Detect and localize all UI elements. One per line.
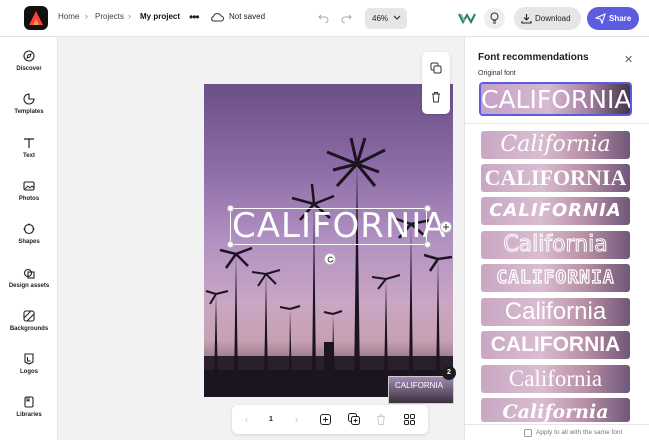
duplicate-page-icon[interactable]	[348, 413, 360, 425]
font-recommendation-tile[interactable]: California	[481, 298, 630, 326]
lightbulb-button[interactable]	[484, 8, 505, 29]
breadcrumb-home[interactable]: Home	[58, 12, 79, 21]
panel-divider	[465, 123, 649, 124]
trash-icon[interactable]	[431, 91, 441, 103]
font-recommendation-tile[interactable]: California	[481, 131, 630, 159]
templates-icon	[23, 93, 35, 105]
original-font-text: CALIFORNIA	[481, 85, 630, 114]
download-label: Download	[535, 14, 571, 23]
duplicate-icon[interactable]	[430, 62, 442, 74]
rail-item-label: Backgrounds	[9, 326, 49, 332]
compass-icon	[23, 50, 35, 62]
rail-item-label: Photos	[18, 196, 40, 202]
font-sample-text: CALIFORNIA	[490, 333, 621, 356]
rail-item-templates[interactable]: Templates	[0, 93, 58, 129]
chevron-down-icon	[393, 15, 401, 20]
text-icon	[24, 138, 34, 148]
download-button[interactable]: Download	[514, 7, 581, 30]
font-sample-text: California	[500, 132, 611, 157]
close-icon[interactable]: ✕	[624, 53, 633, 66]
selection-box	[230, 208, 427, 245]
rail-item-libraries[interactable]: Libraries	[0, 396, 58, 432]
chevron-right-icon: ›	[85, 11, 88, 21]
original-font-sample[interactable]: CALIFORNIA	[479, 82, 632, 116]
send-icon	[595, 13, 606, 24]
crown-icon[interactable]	[458, 12, 476, 24]
share-label: Share	[609, 14, 632, 23]
font-sample-text: California	[508, 366, 603, 391]
rail-item-text[interactable]: Text	[0, 137, 58, 173]
font-sample-text: California	[502, 401, 609, 422]
share-button[interactable]: Share	[587, 7, 639, 30]
font-sample-text: CALIFORNIA	[496, 266, 615, 288]
rail-item-label: Text	[23, 153, 35, 159]
font-recommendation-tile[interactable]: California	[481, 231, 630, 259]
resize-handle[interactable]	[227, 241, 234, 248]
apply-all-checkbox[interactable]	[524, 429, 532, 437]
undo-icon[interactable]	[318, 13, 329, 23]
grid-view-icon[interactable]	[404, 414, 415, 425]
rotate-handle[interactable]	[324, 253, 336, 265]
zoom-dropdown[interactable]: 46%	[365, 8, 407, 29]
resize-handle[interactable]	[424, 205, 431, 212]
font-sample-text: California	[503, 232, 608, 258]
app-logo-icon	[29, 11, 43, 25]
font-recommendation-tile[interactable]: CALIFORNIA	[481, 164, 630, 192]
plus-icon	[443, 224, 449, 230]
add-page-icon[interactable]	[320, 414, 331, 425]
logos-icon	[24, 353, 34, 365]
font-recommendation-tile[interactable]: CALIFORNIA	[481, 197, 630, 225]
rail-item-discover[interactable]: Discover	[0, 50, 58, 86]
font-recommendation-tile[interactable]: California	[481, 365, 630, 393]
font-recommendation-tile[interactable]: California	[481, 398, 630, 422]
font-sample-text: CALIFORNIA	[489, 200, 622, 221]
rotate-icon	[327, 256, 334, 263]
page-number: 1	[269, 416, 273, 423]
rail-item-label: Shapes	[18, 239, 40, 245]
rail-item-logos[interactable]: Logos	[0, 353, 58, 389]
save-status: Not saved	[229, 12, 266, 21]
original-font-label: Original font	[478, 70, 516, 77]
font-sample-text: California	[504, 298, 607, 325]
photos-icon	[23, 181, 35, 191]
chevron-right-icon: ›	[128, 11, 131, 21]
font-recommendation-tile[interactable]: CALIFORNIA	[481, 331, 630, 359]
rail-item-photos[interactable]: Photos	[0, 180, 58, 216]
rail-item-label: Design assets	[8, 283, 50, 289]
page-2-thumbnail[interactable]: CALIFORNIA	[388, 376, 454, 404]
download-icon	[521, 14, 532, 24]
font-recommendation-tile[interactable]: CALIFORNIA	[481, 264, 630, 292]
rail-item-label: Logos	[20, 369, 38, 375]
zoom-value: 46%	[372, 14, 389, 23]
cloud-icon	[211, 13, 224, 22]
design-assets-icon	[23, 268, 35, 279]
more-options-icon[interactable]: •••	[189, 10, 200, 24]
resize-handle[interactable]	[424, 241, 431, 248]
rail-item-label: Templates	[14, 109, 44, 115]
rail-item-design-assets[interactable]: Design assets	[0, 267, 58, 303]
rail-item-backgrounds[interactable]: Backgrounds	[0, 310, 58, 346]
apply-all-label: Apply to all with the same font	[536, 429, 623, 436]
panel-title: Font recommendations	[478, 52, 589, 63]
breadcrumb-current-project[interactable]: My project	[140, 12, 180, 21]
shapes-icon	[23, 223, 35, 235]
previous-page-icon[interactable]: ‹	[245, 414, 248, 424]
font-sample-text: CALIFORNIA	[484, 165, 627, 190]
delete-page-icon[interactable]	[376, 414, 386, 425]
rail-item-label: Libraries	[16, 412, 42, 418]
rail-item-shapes[interactable]: Shapes	[0, 223, 58, 259]
page-count-badge: 2	[442, 366, 456, 380]
lightbulb-icon	[490, 12, 499, 24]
breadcrumb-projects[interactable]: Projects	[95, 12, 124, 21]
app-logo[interactable]	[24, 6, 48, 30]
backgrounds-icon	[23, 310, 35, 322]
add-element-handle[interactable]	[440, 221, 452, 233]
resize-handle[interactable]	[227, 205, 234, 212]
rail-item-label: Discover	[16, 66, 42, 72]
canvas-side-toolbar	[422, 52, 450, 114]
libraries-icon	[24, 396, 34, 408]
thumbnail-text: CALIFORNIA	[395, 381, 444, 390]
redo-icon[interactable]	[341, 13, 352, 23]
next-page-icon[interactable]: ›	[295, 414, 298, 424]
